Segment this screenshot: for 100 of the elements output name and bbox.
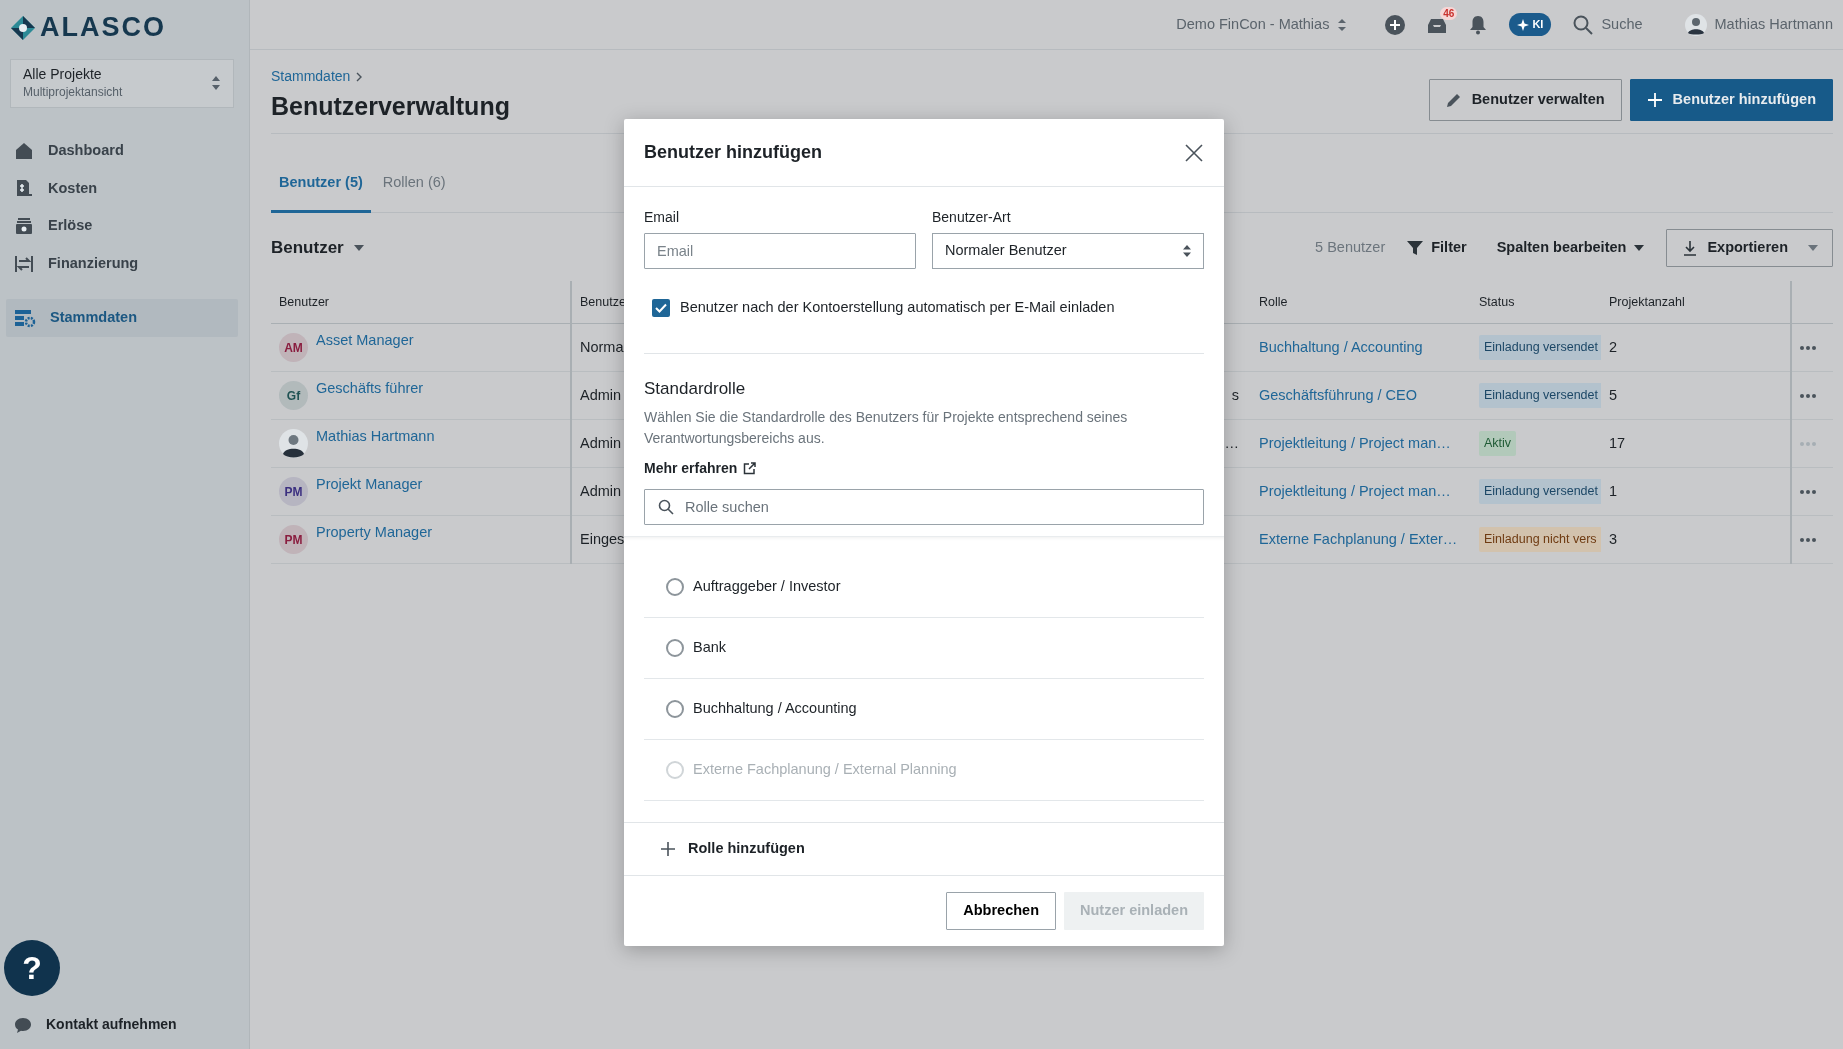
user-name-link[interactable]: Projekt Manager — [316, 473, 423, 496]
user-avatar: Gf — [279, 381, 308, 411]
updown-icon — [1337, 17, 1348, 32]
field-label: Email — [644, 208, 680, 227]
columns-menu[interactable]: Spalten bearbeiten — [1496, 236, 1645, 259]
role-option-label: Externe Fachplanung / External Planning — [693, 759, 957, 779]
chat-icon — [14, 1015, 32, 1034]
user-type-select[interactable]: Normaler Benutzer — [932, 233, 1204, 269]
column-header: Projektanzahl — [1609, 294, 1685, 309]
status-tag: Einladung versendet — [1479, 383, 1601, 409]
updown-icon — [1183, 245, 1191, 257]
checkbox-label: Benutzer nach der Kontoerstellung automatisch per E-Mail einladen — [680, 298, 1115, 317]
radio-button[interactable] — [666, 699, 684, 718]
sidebar-item[interactable]: Finanzierung — [6, 245, 239, 283]
table-cell: … — [1224, 434, 1239, 451]
user-name-link[interactable]: Geschäfts führer — [316, 377, 424, 400]
role-link[interactable]: Geschäftsführung / CEO — [1259, 386, 1417, 403]
logo-icon — [10, 14, 36, 41]
filter-button[interactable]: Filter — [1407, 236, 1467, 259]
workspace-switcher[interactable]: Demo FinCon - Mathias — [1176, 13, 1348, 36]
box-icon — [14, 216, 34, 237]
column-header: Status — [1479, 294, 1515, 309]
page-title: Benutzerverwaltung — [271, 91, 510, 121]
user-name-link[interactable]: Mathias Hartmann — [316, 425, 435, 448]
more-icon[interactable] — [1800, 345, 1816, 350]
contact-link[interactable]: Kontakt aufnehmen — [6, 996, 239, 1035]
status-tag: Aktiv — [1479, 431, 1517, 457]
table-cell: Admin — [580, 482, 622, 499]
user-name-link[interactable]: Asset Manager — [316, 329, 414, 352]
sidebar-item[interactable]: Erlöse — [6, 207, 239, 246]
table-cell: 17 — [1609, 434, 1626, 451]
checkbox[interactable] — [652, 298, 670, 317]
table-cell: 2 — [1609, 338, 1618, 355]
caret-down-icon — [1634, 244, 1645, 251]
user-count: 5 Benutzer — [1315, 237, 1386, 257]
notification-count: 46 — [1440, 6, 1458, 20]
tab[interactable]: Rollen (6) — [374, 158, 454, 213]
role-option-label: Auftraggeber / Investor — [693, 576, 841, 596]
project-subtitle: Multiprojektansicht — [23, 83, 123, 101]
external-link-icon — [743, 461, 757, 475]
view-selector[interactable]: Benutzer — [271, 234, 364, 261]
email-field[interactable]: Email — [644, 233, 916, 269]
filter-icon — [1407, 239, 1424, 256]
cancel-button[interactable]: Abbrechen — [946, 891, 1057, 930]
status-tag: Einladung nicht vers — [1479, 527, 1601, 553]
section-description: Wählen Sie die Standardrolle des Benutzers für Projekte entsprechend seines Verantwortungsbereichs aus. — [644, 408, 1129, 448]
more-icon[interactable] — [1800, 537, 1816, 542]
role-link[interactable]: Buchhaltung / Accounting — [1259, 338, 1423, 355]
role-link[interactable]: Projektleitung / Project man… — [1259, 482, 1451, 499]
role-option[interactable]: Auftraggeber / Investor — [644, 556, 1204, 618]
plus-icon — [1646, 92, 1663, 109]
role-search-field[interactable]: Rolle suchen — [644, 488, 1204, 525]
radio-button[interactable] — [666, 577, 684, 596]
user-avatar: PM — [279, 477, 308, 507]
plus-icon — [660, 840, 676, 857]
role-link[interactable]: Projektleitung / Project man… — [1259, 434, 1451, 451]
caret-down-icon — [1808, 244, 1818, 251]
search-button[interactable]: Suche — [1573, 13, 1643, 36]
role-option[interactable]: Buchhaltung / Accounting — [644, 678, 1204, 740]
search-icon — [1573, 14, 1594, 35]
chevron-right-icon — [356, 71, 363, 82]
bell-icon[interactable] — [1469, 14, 1488, 35]
status-tag: Einladung versendet — [1479, 335, 1601, 361]
avatar-icon — [279, 429, 308, 459]
table-cell: Admin — [580, 434, 622, 451]
help-button[interactable]: ? — [4, 940, 60, 996]
more-icon[interactable] — [1800, 393, 1816, 398]
project-title: Alle Projekte — [23, 66, 103, 83]
column-header: Rolle — [1259, 294, 1288, 309]
user-menu[interactable]: Mathias Hartmann — [1684, 13, 1833, 36]
download-icon — [1683, 239, 1698, 256]
role-option[interactable]: Bank — [644, 617, 1204, 679]
role-link[interactable]: Externe Fachplanung / Exter… — [1259, 530, 1458, 547]
pencil-icon — [1445, 92, 1462, 109]
sidebar-item[interactable]: Dashboard — [6, 131, 239, 170]
ai-button[interactable]: KI — [1509, 13, 1552, 36]
sidebar-item[interactable]: Kosten — [6, 169, 239, 208]
radio-button[interactable] — [666, 638, 684, 657]
role-option-label: Buchhaltung / Accounting — [693, 698, 857, 718]
table-cell: 5 — [1609, 386, 1618, 403]
sparkle-icon — [1517, 18, 1530, 31]
status-tag: Einladung versendet — [1479, 479, 1601, 505]
breadcrumb-link[interactable]: Stammdaten — [271, 66, 351, 87]
add-user-button[interactable]: Benutzer hinzufügen — [1629, 79, 1833, 121]
user-name-link[interactable]: Property Manager — [316, 521, 433, 544]
add-icon[interactable] — [1385, 14, 1406, 35]
table-cell: Norma — [580, 338, 624, 355]
export-button[interactable]: Exportieren — [1666, 228, 1833, 267]
column-header: Benutze — [580, 294, 626, 309]
project-switcher[interactable]: Alle Projekte Multiprojektansicht — [10, 59, 234, 108]
more-icon[interactable] — [1800, 489, 1816, 494]
learn-more-link[interactable]: Mehr erfahren — [644, 457, 757, 479]
add-role-button[interactable]: Rolle hinzufügen — [624, 821, 1224, 875]
table-cell: s — [1231, 386, 1239, 403]
sidebar-item[interactable]: Stammdaten — [6, 298, 238, 337]
table-cell: Admin — [580, 386, 622, 403]
avatar-icon — [1684, 13, 1707, 36]
manage-users-button[interactable]: Benutzer verwalten — [1428, 79, 1622, 121]
tab[interactable]: Benutzer (5) — [271, 158, 371, 213]
close-icon[interactable] — [1184, 142, 1204, 163]
